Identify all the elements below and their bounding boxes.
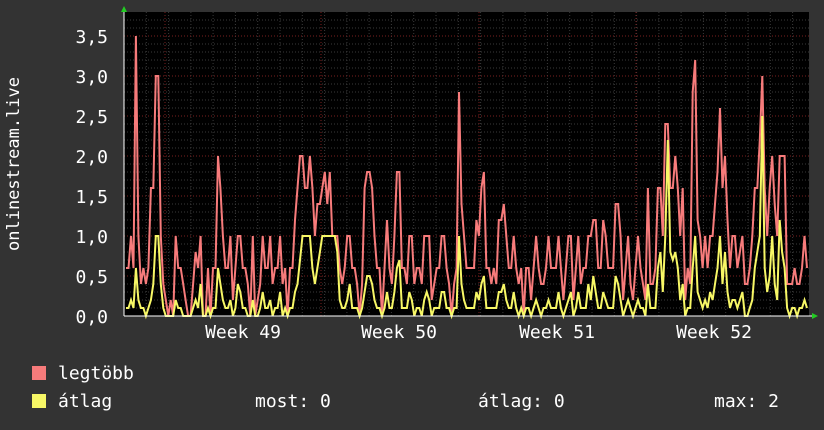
legend-label-legtobb: legtöbb <box>58 363 134 384</box>
y-tick-label: 3,5 <box>75 27 108 48</box>
y-tick-label: 3,0 <box>75 67 108 88</box>
y-tick-label: 0,0 <box>75 307 108 328</box>
stat-most: most: 0 <box>255 391 331 412</box>
y-axis-arrow-icon <box>121 6 127 12</box>
x-tick-label: Week 51 <box>519 322 595 343</box>
x-tick-label: Week 52 <box>676 322 752 343</box>
stat-max: max: 2 <box>714 391 780 412</box>
y-axis-ticks: 0,0 0,5 1,0 1,5 2,0 2,5 3,0 3,5 <box>75 27 108 328</box>
x-tick-label: Week 50 <box>361 322 437 343</box>
y-tick-label: 1,5 <box>75 187 108 208</box>
y-tick-label: 2,0 <box>75 147 108 168</box>
y-tick-label: 0,5 <box>75 267 108 288</box>
y-tick-label: 2,5 <box>75 107 108 128</box>
stat-atlag: átlag: 0 <box>478 391 565 412</box>
legend-swatch-legtobb <box>32 365 46 380</box>
chart-canvas: 0,00,51,01,52,02,53,03,5 Week 49 Week 50 W… <box>4 6 818 343</box>
x-axis-ticks: Week 49 Week 50 Week 51 Week 52 <box>205 322 752 343</box>
y-tick-label: 1,0 <box>75 227 108 248</box>
x-tick-label: Week 49 <box>205 322 281 343</box>
y-axis-label: onlinestream.live <box>4 77 24 251</box>
x-axis-arrow-icon <box>812 313 818 319</box>
legend-swatch-atlag <box>32 393 46 408</box>
legend-item-atlag: átlag <box>32 391 112 413</box>
legend-label-atlag: átlag <box>58 391 113 412</box>
legend-item-legtobb: legtöbb <box>32 363 134 385</box>
